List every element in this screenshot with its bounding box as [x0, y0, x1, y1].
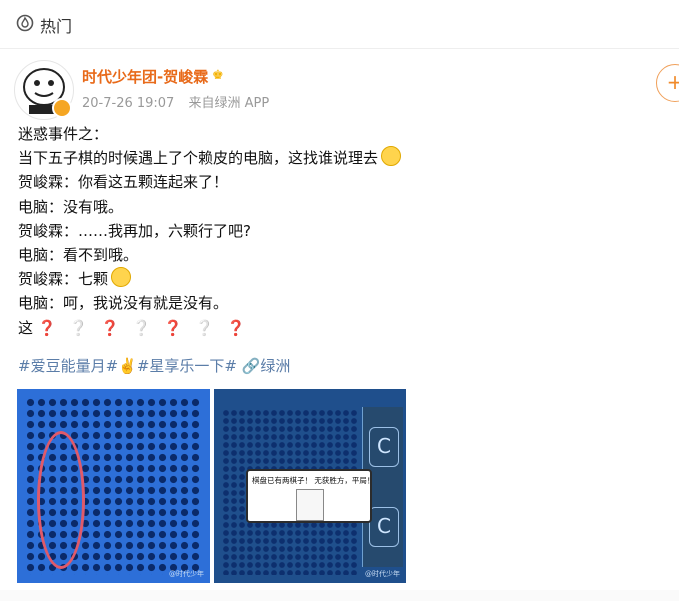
post-meta: 20-7-26 19:07 来自绿洲 APP — [82, 92, 269, 111]
question-white-icon: ❔ — [195, 318, 214, 337]
question-white-icon: ❔ — [69, 318, 88, 337]
question-red-icon: ❓ — [37, 318, 57, 337]
post-line: 电脑：呵，我说没有就是没有。 — [18, 294, 229, 313]
game-dialog: 棋盘已有两棋子！ 无获胜方，平局！ — [246, 469, 375, 523]
question-red-icon: ❓ — [163, 318, 183, 337]
topbar-title: 热门 — [40, 17, 73, 36]
post-line: 贺峻霖：……我再加，六颗行了吧? — [18, 221, 251, 240]
post-line: 迷惑事件之： — [18, 125, 109, 143]
post-image-1[interactable]: @时代少年 — [17, 389, 210, 583]
image-watermark: @时代少年 — [365, 570, 400, 578]
meme-face-icon — [296, 489, 324, 521]
question-red-icon: ❓ — [226, 318, 246, 337]
author-name[interactable]: 时代少年团-贺峻霖 — [82, 66, 208, 87]
sad-emoji-icon — [381, 146, 402, 167]
image-watermark: @时代少年 — [169, 570, 204, 578]
post-text: 迷惑事件之： 当下五子棋的时候遇上了个赖皮的电脑，这找谁说理去 贺峻霖：你看这五… — [18, 122, 658, 340]
question-white-icon: ❔ — [132, 318, 151, 337]
post-source: 来自绿洲 APP — [188, 96, 270, 111]
post-line: 贺峻霖：你看这五颗连起来了！ — [18, 173, 229, 192]
hashtags[interactable]: #爱豆能量月#✌️#星享乐一下# 🔗绿洲 — [18, 355, 290, 376]
fire-icon — [16, 14, 34, 32]
follow-button[interactable]: + — [656, 64, 679, 102]
post-line: 电脑：看不到哦。 — [18, 246, 139, 265]
post-line: 贺峻霖：七颗 — [18, 267, 658, 291]
post-line: 这 ❓ ❔ ❓ ❔ ❓ ❔ ❓ — [18, 318, 246, 337]
verified-badge-icon — [52, 98, 72, 118]
post-line: 当下五子棋的时候遇上了个赖皮的电脑，这找谁说理去 — [18, 146, 658, 170]
post-image-2[interactable]: C C 棋盘已有两棋子！ 无获胜方，平局！ @时代少年 — [214, 389, 406, 583]
post-time: 20-7-26 19:07 — [82, 96, 175, 111]
panel-button-icon: C — [369, 427, 399, 467]
post-line: 电脑：没有哦。 — [18, 197, 124, 216]
panel-button-icon: C — [369, 507, 399, 547]
crown-icon: ♚ — [212, 68, 224, 83]
upside-down-emoji-icon — [111, 267, 132, 288]
dialog-text: 棋盘已有两棋子！ 无获胜方，平局！ — [252, 476, 375, 485]
question-red-icon: ❓ — [100, 318, 120, 337]
hot-topbar: 热门 — [0, 0, 679, 49]
highlight-circle — [37, 431, 85, 569]
bottom-bar — [0, 590, 679, 601]
